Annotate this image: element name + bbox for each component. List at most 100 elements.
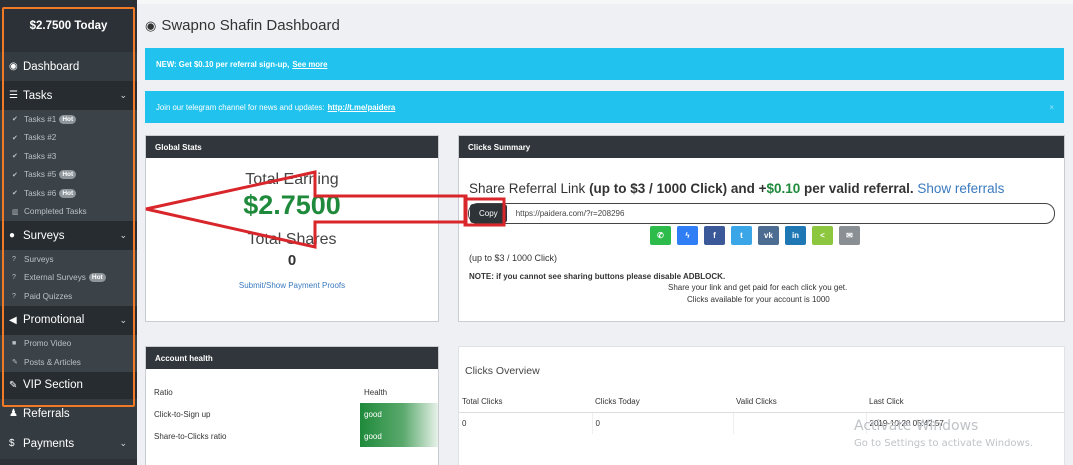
check-icon: ✔: [12, 134, 18, 142]
sidebar-subitem-external-surveys[interactable]: ? External Surveys Hot: [0, 268, 137, 287]
dashboard-icon: ◉: [145, 17, 157, 33]
sidebar-item-label: VIP Section: [23, 379, 83, 391]
sidebar-subitem-tasks-5[interactable]: ✔ Tasks #5 Hot: [0, 165, 137, 184]
table-row: Share-to-Clicks ratio good: [146, 425, 438, 447]
referral-heading-suffix: per valid referral.: [800, 181, 914, 196]
sidebar-subitem-posts-articles[interactable]: ✎ Posts & Articles: [0, 353, 137, 372]
ratio-cell: Share-to-Clicks ratio: [154, 431, 227, 441]
linkedin-icon[interactable]: in: [785, 226, 806, 245]
sidebar-subitem-tasks-1[interactable]: ✔ Tasks #1 Hot: [0, 110, 137, 129]
share-icon[interactable]: <: [812, 226, 833, 245]
telegram-alert: Join our telegram channel for news and u…: [145, 91, 1064, 123]
referral-heading-rate: (up to $3 / 1000 Click) and +: [589, 181, 767, 196]
sidebar-item-payments[interactable]: $ Payments ⌄: [0, 428, 137, 459]
sidebar-item-label: Dashboard: [23, 60, 80, 73]
sidebar-item-label: Surveys: [23, 229, 65, 242]
hot-badge: Hot: [59, 170, 77, 180]
see-more-link[interactable]: See more: [292, 60, 327, 69]
sidebar-item-label: Referrals: [23, 407, 70, 420]
twitter-icon[interactable]: t: [731, 226, 752, 245]
check-icon: ✔: [12, 153, 18, 161]
sidebar-subitem-paid-quizzes[interactable]: ? Paid Quizzes: [0, 287, 137, 306]
facebook-icon[interactable]: f: [704, 226, 725, 245]
dashboard-icon: ◉: [9, 61, 18, 72]
messenger-icon[interactable]: ϟ: [677, 226, 698, 245]
column-header: Ratio: [154, 387, 173, 397]
card-header: Clicks Summary: [459, 136, 1064, 158]
top-bar: [137, 0, 1073, 4]
sidebar-item-vip[interactable]: ✎ VIP Section: [0, 371, 137, 399]
health-status-badge: good: [360, 425, 438, 447]
chart-icon: ▥: [12, 208, 19, 216]
global-stats-card: Global Stats Total Earning $2.7500 Total…: [145, 135, 439, 322]
account-health-table: Ratio Health Click-to-Sign up good Share…: [146, 381, 438, 447]
alert-text: NEW: Get $0.10 per referral sign-up,: [156, 59, 290, 69]
sidebar-item-label: Payments: [23, 437, 75, 450]
sidebar-item-promotional[interactable]: ◀ Promotional ⌄: [0, 305, 137, 335]
vk-icon[interactable]: vk: [758, 226, 779, 245]
table-cell: [733, 412, 867, 434]
table-row: Click-to-Sign up good: [146, 403, 438, 425]
total-earning-value: $2.7500: [243, 190, 341, 220]
share-note: Share your link and get paid for each cl…: [668, 283, 848, 292]
today-balance: $2.7500 Today: [29, 20, 108, 32]
sidebar-item-label: Tasks #1: [24, 114, 57, 124]
users-icon: ♟: [9, 408, 18, 419]
edit-icon: ✎: [9, 379, 18, 391]
question-icon: ?: [12, 255, 16, 263]
check-circle-icon: ●: [9, 230, 16, 241]
referral-url[interactable]: https://paidera.com/?r=208296: [516, 209, 625, 218]
sidebar-subitem-surveys[interactable]: ? Surveys: [0, 250, 137, 269]
total-shares-label: Total Shares: [247, 231, 337, 248]
megaphone-icon: ◀: [9, 314, 17, 326]
sidebar-item-dashboard[interactable]: ◉ Dashboard: [0, 52, 137, 81]
sidebar-item-label: Tasks: [23, 89, 53, 102]
sidebar-subitem-tasks-6[interactable]: ✔ Tasks #6 Hot: [0, 184, 137, 203]
sidebar-subitem-tasks-3[interactable]: ✔ Tasks #3: [0, 147, 137, 166]
signup-alert: NEW: Get $0.10 per referral sign-up, See…: [145, 48, 1064, 80]
page-title: ◉ Swapno Shafin Dashboard: [145, 17, 340, 34]
table-cell: 0: [459, 412, 593, 434]
activate-windows-hint: Go to Settings to activate Windows.: [854, 438, 1034, 449]
close-icon[interactable]: ×: [1049, 103, 1054, 112]
referral-heading: Share Referral Link (up to $3 / 1000 Cli…: [469, 181, 1004, 196]
sidebar-item-label: Tasks #3: [24, 151, 57, 161]
card-header: Global Stats: [146, 136, 438, 158]
check-icon: ✔: [12, 190, 18, 198]
sidebar-item-surveys[interactable]: ● Surveys ⌄: [0, 221, 137, 250]
table-header-row: Ratio Health: [146, 381, 438, 403]
email-icon[interactable]: ✉: [839, 226, 860, 245]
whatsapp-icon[interactable]: ✆: [650, 226, 671, 245]
sidebar-item-label: Tasks #5: [24, 170, 57, 180]
referral-heading-text: Share Referral Link: [469, 181, 590, 196]
list-icon: ☰: [9, 90, 18, 101]
chevron-down-icon: ⌄: [119, 90, 127, 100]
payment-proofs-link[interactable]: Submit/Show Payment Proofs: [146, 281, 438, 290]
sidebar-subitem-completed-tasks[interactable]: ▥ Completed Tasks: [0, 202, 137, 221]
copy-button[interactable]: Copy: [470, 204, 507, 223]
sidebar-item-label: Tasks #2: [24, 133, 57, 143]
video-icon: ■: [12, 340, 17, 348]
rate-note: (up to $3 / 1000 Click): [469, 253, 558, 263]
sidebar-item-referrals[interactable]: ♟ Referrals: [0, 398, 137, 429]
alert-text: Join our telegram channel for news and u…: [156, 102, 325, 112]
column-header: Last Click: [866, 392, 1064, 413]
column-header: Total Clicks: [459, 392, 592, 413]
sidebar-item-label: Tasks #6: [24, 188, 57, 198]
total-earning-label: Total Earning: [245, 171, 339, 188]
ratio-cell: Click-to-Sign up: [154, 409, 211, 419]
telegram-link[interactable]: http://t.me/paidera: [328, 103, 396, 112]
clicks-overview-title: Clicks Overview: [465, 365, 540, 377]
total-shares-value: 0: [287, 252, 297, 269]
column-header: Health: [364, 387, 388, 397]
sidebar-subitem-promo-video[interactable]: ■ Promo Video: [0, 334, 137, 353]
sidebar-item-label: Paid Quizzes: [24, 291, 73, 301]
chevron-down-icon: ⌄: [119, 230, 127, 240]
sidebar-item-tasks[interactable]: ☰ Tasks ⌄: [0, 81, 137, 110]
referral-link-field[interactable]: Copy https://paidera.com/?r=208296: [468, 203, 1055, 224]
show-referrals-link[interactable]: Show referrals: [917, 181, 1004, 196]
sidebar: $2.7500 Today ◉ Dashboard ☰ Tasks ⌄ ✔ Ta…: [0, 0, 137, 465]
dollar-icon: $: [9, 438, 15, 449]
account-health-card: Account health Ratio Health Click-to-Sig…: [145, 346, 439, 465]
sidebar-subitem-tasks-2[interactable]: ✔ Tasks #2: [0, 128, 137, 147]
